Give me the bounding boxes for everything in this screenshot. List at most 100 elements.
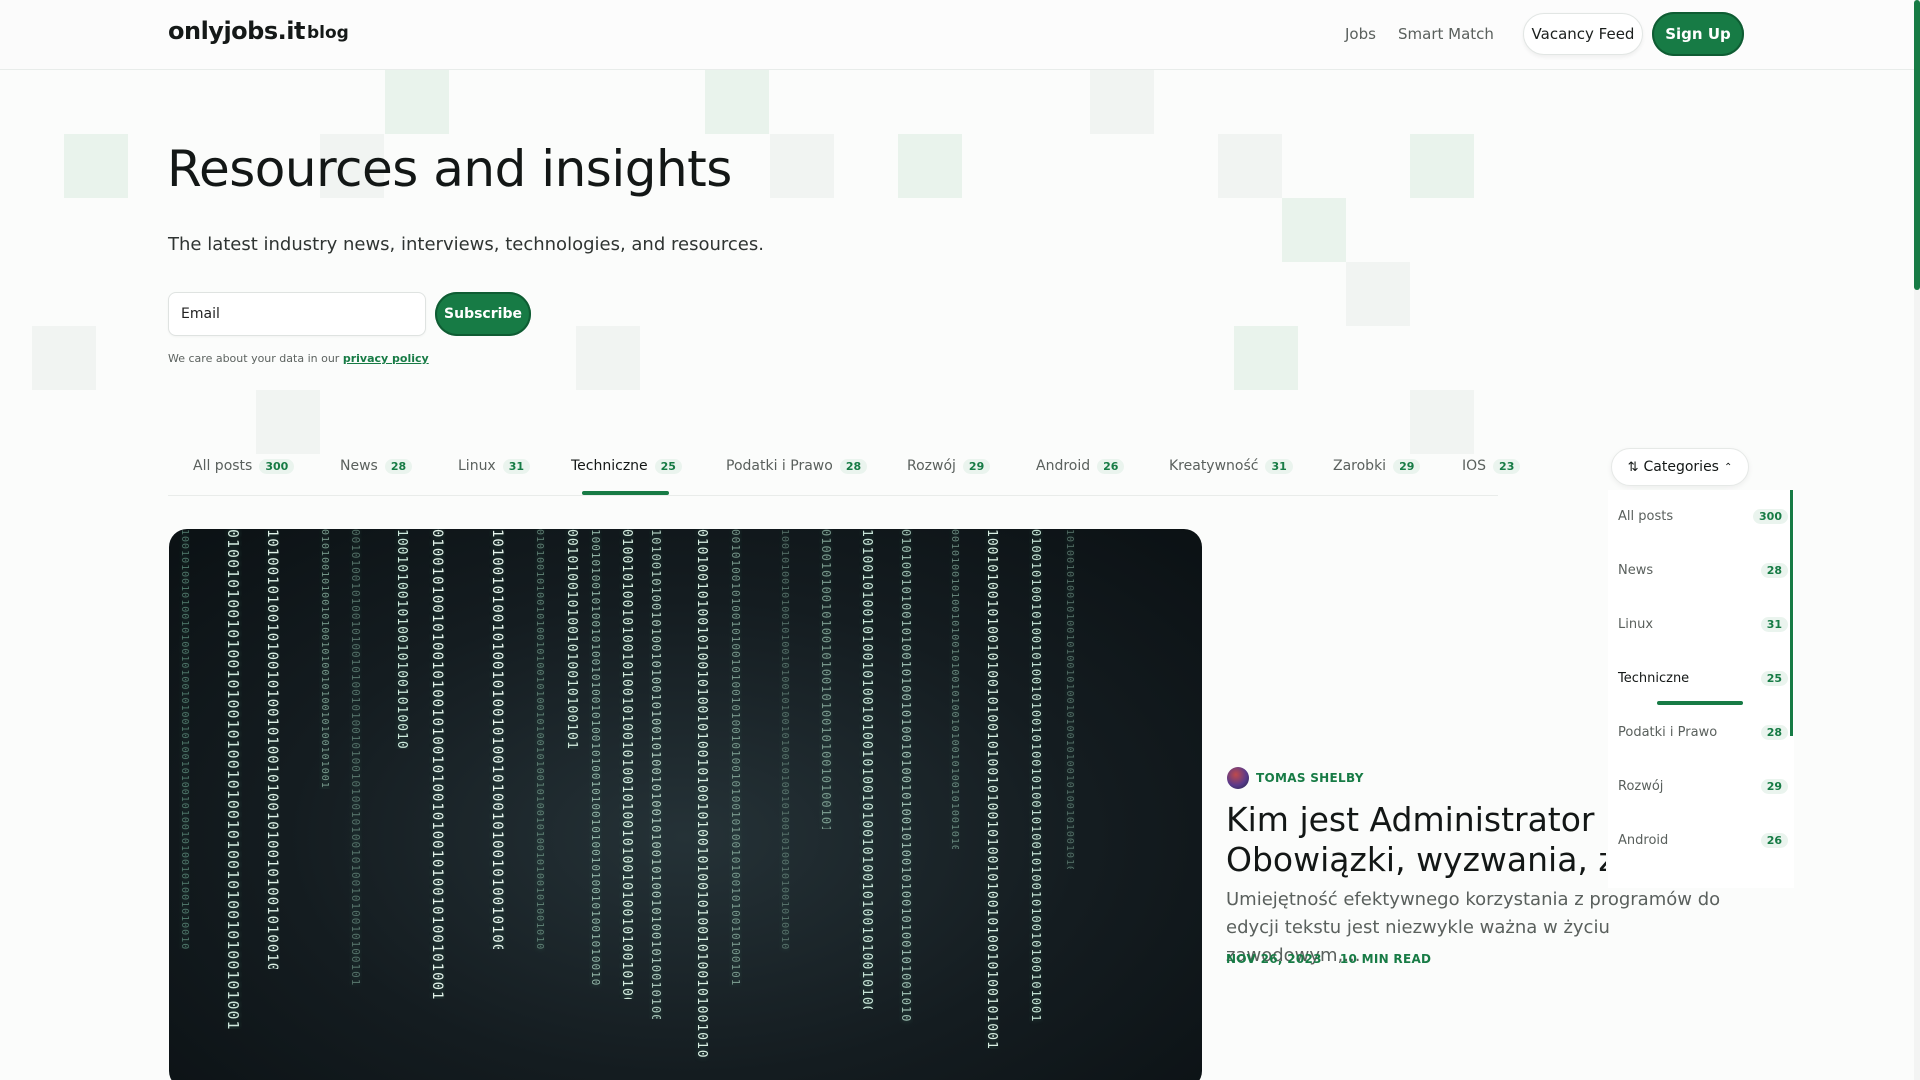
tab-count-badge: 29 xyxy=(962,458,991,474)
dropdown-count-badge: 26 xyxy=(1760,832,1788,848)
tab-label: Android xyxy=(1036,458,1091,474)
binary-code-column: 0100101001010010100101001010010100101001… xyxy=(619,529,634,999)
binary-code-column: 0010100101001010010100101001010010100101… xyxy=(949,529,960,849)
chevron-up-icon: ⌃ xyxy=(1723,461,1733,473)
tab-count-badge: 25 xyxy=(654,458,682,474)
tab-label: Rozwój xyxy=(907,458,956,474)
tab-label: News xyxy=(340,458,378,474)
author-name: TOMAS SHELBY xyxy=(1256,771,1364,785)
author-avatar xyxy=(1227,767,1249,789)
subscribe-button[interactable]: Subscribe xyxy=(435,292,531,336)
tab-count-badge: 29 xyxy=(1393,458,1421,474)
dropdown-count-badge: 29 xyxy=(1760,778,1788,794)
page-subtitle: The latest industry news, interviews, te… xyxy=(168,234,764,255)
page-scrollbar[interactable] xyxy=(1914,0,1920,1080)
binary-code-column: 1001010010100101001010010100101001010010… xyxy=(589,529,602,987)
tab-linux[interactable]: Linux 31 xyxy=(458,458,531,474)
binary-code-column: 0010100101001010010100101001010010100101… xyxy=(564,529,579,749)
dropdown-item-podatki-i-prawo[interactable]: Podatki i Prawo 28 xyxy=(1618,712,1788,752)
privacy-text: We care about your data in our xyxy=(168,352,340,365)
binary-code-column: 1001010010100101001010010100101001010010… xyxy=(394,529,409,749)
active-tab-indicator xyxy=(582,491,669,495)
blog-label[interactable]: blog xyxy=(307,23,349,43)
dropdown-item-label: Linux xyxy=(1618,616,1654,632)
tab-label: Zarobki xyxy=(1333,458,1387,474)
dropdown-count-badge: 28 xyxy=(1760,562,1788,578)
binary-code-column: 1010010100101001010010100101001010010100… xyxy=(264,529,280,969)
tab-podatki-i-prawo[interactable]: Podatki i Prawo 28 xyxy=(726,458,868,474)
dropdown-count-badge: 25 xyxy=(1760,670,1788,686)
binary-code-column: 0100101001010010100101001010010100101001… xyxy=(224,529,242,1029)
nav-link-smart-match[interactable]: Smart Match xyxy=(1398,25,1494,43)
categories-dropdown-menu: All posts 300 News 28 Linux 31 Techniczne 25… xyxy=(1608,490,1794,888)
featured-post-image[interactable]: 1001010010100101001010010100101001010010… xyxy=(169,529,1202,1080)
tab-label: All posts xyxy=(193,458,253,474)
dropdown-item-label: Podatki i Prawo xyxy=(1618,724,1718,740)
nav-link-jobs[interactable]: Jobs xyxy=(1345,25,1376,43)
tab-kreatywnosc[interactable]: Kreatywność 31 xyxy=(1169,458,1293,474)
binary-code-column: 1010010100101001010010100101001010010100… xyxy=(859,529,874,1009)
dropdown-item-all-posts[interactable]: All posts 300 xyxy=(1618,496,1788,536)
binary-code-column: 0100101001010010100101001010010100101001… xyxy=(819,529,833,829)
tab-count-badge: 300 xyxy=(259,458,295,474)
tab-label: Techniczne xyxy=(571,458,648,474)
binary-code-column: 0101001010010100101001010010100101001010… xyxy=(534,529,545,951)
vacancy-feed-button[interactable]: Vacancy Feed xyxy=(1523,13,1643,55)
dropdown-count-badge: 300 xyxy=(1753,508,1788,524)
privacy-policy-link[interactable]: privacy policy xyxy=(343,352,429,365)
site-logo[interactable]: onlyjobs.it xyxy=(168,17,305,45)
tab-news[interactable]: News 28 xyxy=(340,458,413,474)
tab-label: Kreatywność xyxy=(1169,458,1259,474)
tab-label: Linux xyxy=(458,458,496,474)
dropdown-count-badge: 28 xyxy=(1760,724,1788,740)
tab-techniczne[interactable]: Techniczne 25 xyxy=(571,458,682,474)
top-navigation-bar: onlyjobs.it blog Jobs Smart Match Vacanc… xyxy=(0,0,1920,70)
binary-code-column: 0101001010010100101001010010100101001010… xyxy=(899,529,913,1023)
tab-count-badge: 31 xyxy=(502,458,531,474)
post-meta: NOV 26, 2023 10 MIN READ xyxy=(1226,952,1431,966)
categories-label: Categories xyxy=(1643,459,1719,475)
dropdown-item-rozwoj[interactable]: Rozwój 29 xyxy=(1618,766,1788,806)
categories-dropdown-button[interactable]: ⇅ Categories ⌃ xyxy=(1611,448,1749,486)
tab-zarobki[interactable]: Zarobki 29 xyxy=(1333,458,1421,474)
binary-code-column: 1001010010100101001010010100101001010010… xyxy=(984,529,999,1049)
post-title-line-1: Kim jest Administrator IT? xyxy=(1226,800,1606,839)
dropdown-item-label: News xyxy=(1618,562,1654,578)
tab-label: Podatki i Prawo xyxy=(726,458,833,474)
page-title: Resources and insights xyxy=(167,140,732,198)
binary-code-column: 0101001010010100101001010010100101001010… xyxy=(694,529,709,1059)
dropdown-item-news[interactable]: News 28 xyxy=(1618,550,1788,590)
tab-ios[interactable]: IOS 23 xyxy=(1462,458,1521,474)
binary-code-column: 1010010100101001010010100101001010010100… xyxy=(1064,529,1075,869)
tab-all-posts[interactable]: All posts 300 xyxy=(193,458,295,474)
post-title-line-2: Obowiązki, wyzwania, zarobki xyxy=(1226,840,1606,879)
post-author[interactable]: TOMAS SHELBY xyxy=(1227,767,1364,789)
tab-count-badge: 28 xyxy=(384,458,413,474)
sign-up-button[interactable]: Sign Up xyxy=(1652,12,1744,56)
tab-label: IOS xyxy=(1462,458,1487,474)
featured-post-title[interactable]: Kim jest Administrator IT? Obowiązki, wy… xyxy=(1226,800,1606,880)
dropdown-item-label: Rozwój xyxy=(1618,778,1664,794)
dropdown-item-linux[interactable]: Linux 31 xyxy=(1618,604,1788,644)
dropdown-count-badge: 31 xyxy=(1760,616,1788,632)
dropdown-item-techniczne[interactable]: Techniczne 25 xyxy=(1618,658,1788,698)
scrollbar-thumb[interactable] xyxy=(1914,0,1920,290)
binary-code-column: 1001010010100101001010010100101001010010… xyxy=(179,529,190,949)
tab-count-badge: 26 xyxy=(1097,458,1125,474)
binary-code-column: 1010010100101001010010100101001010010100… xyxy=(489,529,505,949)
email-input[interactable] xyxy=(168,292,426,336)
tab-rozwoj[interactable]: Rozwój 29 xyxy=(907,458,991,474)
dropdown-item-label: Android xyxy=(1618,832,1669,848)
dropdown-item-android[interactable]: Android 26 xyxy=(1618,820,1788,860)
binary-code-column: 1001010010100101001010010100101001010010… xyxy=(779,529,790,951)
post-read-time: 10 MIN READ xyxy=(1339,952,1432,966)
sliders-icon: ⇅ xyxy=(1627,459,1639,475)
dropdown-item-label: Techniczne xyxy=(1618,670,1690,686)
tab-count-badge: 31 xyxy=(1265,458,1293,474)
binary-code-column: 0100101001010010100101001010010100101001… xyxy=(1029,529,1043,1023)
dropdown-item-label: All posts xyxy=(1618,508,1674,524)
tab-android[interactable]: Android 26 xyxy=(1036,458,1125,474)
dropdown-scrollbar[interactable] xyxy=(1790,490,1793,736)
privacy-note: We care about your data in our privacy p… xyxy=(168,352,429,365)
binary-code-column: 0010100101001010010100101001010010100101… xyxy=(729,529,742,987)
